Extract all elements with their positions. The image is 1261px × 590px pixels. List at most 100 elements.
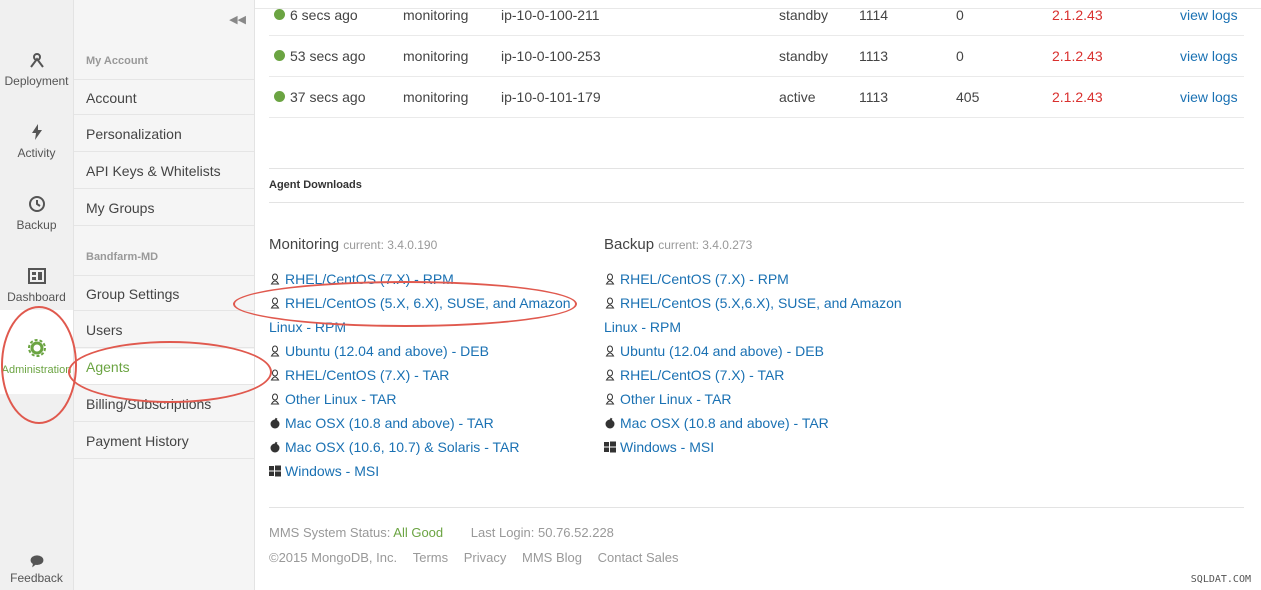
history-icon [28, 196, 45, 212]
view-logs-link[interactable]: view logs [1180, 7, 1238, 23]
agent-host: ip-10-0-101-179 [501, 89, 601, 105]
monitoring-download-link[interactable]: RHEL/CentOS (7.X) - TAR [269, 363, 589, 387]
dashboard-icon [27, 268, 46, 284]
footer-links: ©2015 MongoDB, Inc. Terms Privacy MMS Bl… [269, 550, 679, 565]
agent-ops: 0 [956, 7, 964, 23]
backup-download-link[interactable]: RHEL/CentOS (7.X) - RPM [604, 267, 924, 291]
agent-pid: 1113 [859, 89, 889, 105]
table-row: 37 secs ago monitoring ip-10-0-101-179 a… [269, 77, 1244, 118]
linux-icon [270, 345, 280, 357]
rail-item-deployment[interactable]: Deployment [0, 50, 73, 88]
agent-type: monitoring [403, 7, 469, 23]
backup-download-link[interactable]: Other Linux - TAR [604, 387, 924, 411]
collapse-sidebar-icon[interactable]: ◀◀ [229, 13, 246, 26]
monitoring-download-link[interactable]: RHEL/CentOS (5.X, 6.X), SUSE, and Amazon [269, 291, 589, 315]
linux-icon [270, 369, 280, 381]
status-ok-icon [274, 50, 285, 61]
rail-label: Feedback [10, 571, 63, 585]
agent-host: ip-10-0-100-211 [501, 7, 600, 23]
agent-type: monitoring [403, 89, 469, 105]
agent-version: 2.1.2.43 [1052, 89, 1103, 105]
left-rail: Deployment Activity Backup Dashboard Adm… [0, 0, 74, 590]
view-logs-link[interactable]: view logs [1180, 48, 1238, 64]
chat-bubble-icon [30, 555, 43, 568]
backup-download-link[interactable]: RHEL/CentOS (5.X,6.X), SUSE, and Amazon [604, 291, 924, 315]
subnav-item-users[interactable]: Users [74, 312, 254, 348]
monitoring-current-version: current: 3.4.0.190 [343, 238, 438, 252]
agent-state: active [779, 89, 816, 105]
subnav-item-payment-history[interactable]: Payment History [74, 423, 254, 459]
divider [269, 168, 1244, 169]
footer-link-contact-sales[interactable]: Contact Sales [598, 550, 679, 565]
linux-icon [270, 297, 280, 309]
rail-label: Dashboard [7, 290, 66, 304]
table-row: 53 secs ago monitoring ip-10-0-100-253 s… [269, 36, 1244, 77]
agent-type: monitoring [403, 48, 469, 64]
apple-icon [270, 441, 280, 453]
rail-label: Backup [16, 218, 57, 232]
monitoring-download-link[interactable]: Other Linux - TAR [269, 387, 589, 411]
subnav-item-agents[interactable]: Agents [74, 349, 254, 385]
backup-download-link[interactable]: Ubuntu (12.04 and above) - DEB [604, 339, 924, 363]
backup-download-link[interactable]: Mac OSX (10.8 and above) - TAR [604, 411, 924, 435]
subnav-item-my-groups[interactable]: My Groups [74, 190, 254, 226]
agent-downloads-heading: Agent Downloads [269, 179, 362, 191]
rail-item-backup[interactable]: Backup [0, 194, 73, 232]
monitoring-title: Monitoring current: 3.4.0.190 [269, 236, 438, 253]
status-value[interactable]: All Good [393, 525, 443, 540]
view-logs-link[interactable]: view logs [1180, 89, 1238, 105]
status-ok-icon [274, 91, 285, 102]
linux-icon [605, 345, 615, 357]
last-login: Last Login: 50.76.52.228 [470, 525, 614, 540]
monitoring-download-link[interactable]: Mac OSX (10.8 and above) - TAR [269, 411, 589, 435]
backup-current-version: current: 3.4.0.273 [658, 238, 753, 252]
last-ping: 37 secs ago [290, 89, 366, 105]
linux-icon [605, 369, 615, 381]
linux-icon [605, 393, 615, 405]
subnav-item-personalization[interactable]: Personalization [74, 116, 254, 152]
rail-label: Administration [1, 364, 72, 376]
rail-item-feedback[interactable]: Feedback [0, 553, 73, 585]
section-group-name: Bandfarm-MD [86, 251, 159, 263]
footer-link-blog[interactable]: MMS Blog [522, 550, 582, 565]
backup-download-link[interactable]: Windows - MSI [604, 435, 924, 459]
monitoring-download-link[interactable]: Windows - MSI [269, 459, 589, 483]
subnav-item-api-keys[interactable]: API Keys & Whitelists [74, 153, 254, 189]
bolt-icon [31, 124, 42, 140]
subnav-item-billing[interactable]: Billing/Subscriptions [74, 386, 254, 422]
admin-sub-nav: ◀◀ My Account Account Personalization AP… [74, 0, 255, 590]
watermark: SQLDAT.COM [1190, 574, 1251, 585]
subnav-item-account[interactable]: Account [74, 79, 254, 115]
backup-download-link[interactable]: Linux - RPM [604, 315, 924, 339]
footer-link-privacy[interactable]: Privacy [464, 550, 507, 565]
rail-item-activity[interactable]: Activity [0, 122, 73, 160]
monitoring-download-link[interactable]: RHEL/CentOS (7.X) - RPM [269, 267, 589, 291]
backup-downloads: Backup current: 3.4.0.273 RHEL/CentOS (7… [604, 236, 924, 459]
windows-icon [604, 441, 616, 453]
rail-item-administration[interactable]: Administration [0, 310, 73, 394]
backup-title: Backup current: 3.4.0.273 [604, 236, 753, 253]
divider [269, 202, 1244, 203]
agent-version: 2.1.2.43 [1052, 7, 1103, 23]
linux-icon [270, 273, 280, 285]
copyright: ©2015 MongoDB, Inc. [269, 550, 398, 565]
system-status: MMS System Status: All Good Last Login: … [269, 525, 614, 540]
apple-icon [270, 417, 280, 429]
agent-ops: 405 [956, 89, 980, 105]
windows-icon [269, 465, 281, 477]
backup-download-link[interactable]: RHEL/CentOS (7.X) - TAR [604, 363, 924, 387]
monitoring-download-link[interactable]: Ubuntu (12.04 and above) - DEB [269, 339, 589, 363]
monitoring-downloads: Monitoring current: 3.4.0.190 RHEL/CentO… [269, 236, 589, 483]
rail-item-dashboard[interactable]: Dashboard [0, 266, 73, 304]
footer-link-terms[interactable]: Terms [413, 550, 448, 565]
agent-version: 2.1.2.43 [1052, 48, 1103, 64]
table-row: 6 secs ago monitoring ip-10-0-100-211 st… [269, 0, 1244, 36]
section-my-account: My Account [86, 55, 148, 67]
linux-icon [605, 297, 615, 309]
agent-host: ip-10-0-100-253 [501, 48, 601, 64]
monitoring-download-link[interactable]: Linux - RPM [269, 315, 589, 339]
subnav-item-group-settings[interactable]: Group Settings [74, 275, 254, 311]
gear-icon [27, 339, 46, 357]
monitoring-download-link[interactable]: Mac OSX (10.6, 10.7) & Solaris - TAR [269, 435, 589, 459]
deployment-icon [29, 53, 44, 68]
